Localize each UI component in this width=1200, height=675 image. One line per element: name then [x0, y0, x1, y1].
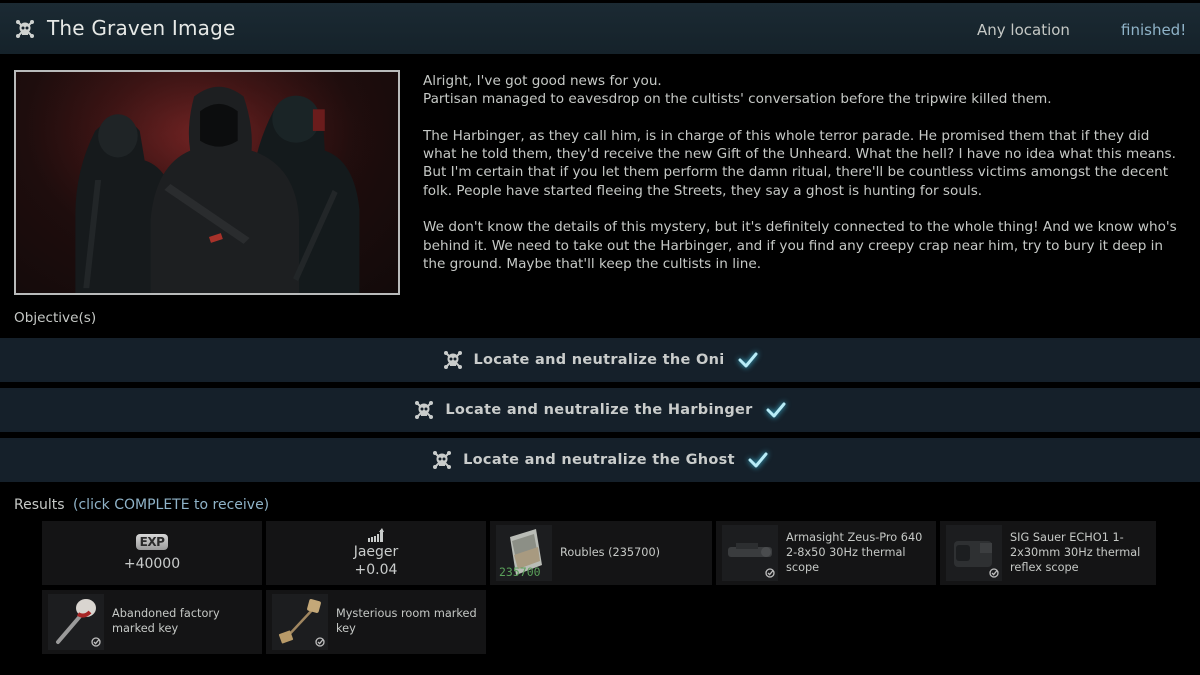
item-name: Abandoned factory marked key — [112, 607, 220, 635]
checkmark-icon — [748, 452, 768, 468]
quest-image — [14, 70, 400, 295]
found-in-raid-icon — [315, 637, 325, 647]
quest-status: finished! — [1121, 21, 1187, 39]
reward-item[interactable]: SIG Sauer ECHO1 1-2x30mm 30Hz thermal re… — [940, 521, 1156, 585]
reputation-bars-icon — [368, 528, 384, 542]
objective-content: Locate and neutralize the Oni — [443, 350, 758, 370]
objective-row: Locate and neutralize the Oni — [0, 338, 1200, 382]
reward-reputation[interactable]: Jaeger +0.04 — [266, 521, 486, 585]
item-thumbnail: 235700 — [496, 525, 552, 581]
objective-row: Locate and neutralize the Harbinger — [0, 388, 1200, 432]
item-thumbnail — [946, 525, 1002, 581]
skull-icon — [15, 19, 35, 39]
skull-icon — [414, 400, 434, 420]
reward-value: +0.04 — [354, 562, 398, 578]
item-thumbnail — [272, 594, 328, 650]
reward-item[interactable]: Armasight Zeus-Pro 640 2-8x50 30Hz therm… — [716, 521, 936, 585]
description-paragraph: We don't know the details of this myster… — [423, 219, 1177, 272]
skull-icon — [443, 350, 463, 370]
item-thumbnail — [48, 594, 104, 650]
results-label: Results (click COMPLETE to receive) — [14, 497, 269, 513]
item-thumbnail — [722, 525, 778, 581]
item-name: Mysterious room marked key — [336, 607, 477, 635]
found-in-raid-icon — [765, 568, 775, 578]
checkmark-icon — [766, 402, 786, 418]
found-in-raid-icon — [989, 568, 999, 578]
description-paragraph: Alright, I've got good news for you. Par… — [423, 73, 1052, 108]
results-title: Results — [14, 497, 65, 513]
reward-value: +40000 — [123, 556, 181, 572]
item-name: Roubles (235700) — [560, 546, 661, 559]
stack-count: 235700 — [499, 565, 541, 579]
item-name: SIG Sauer ECHO1 1-2x30mm 30Hz thermal re… — [1010, 531, 1141, 574]
reward-item[interactable]: Mysterious room marked key — [266, 590, 486, 654]
objective-content: Locate and neutralize the Harbinger — [414, 400, 785, 420]
objective-text: Locate and neutralize the Oni — [473, 352, 725, 368]
quest-description: Alright, I've got good news for you. Par… — [423, 72, 1183, 273]
description-paragraph: The Harbinger, as they call him, is in c… — [423, 127, 1176, 199]
objective-text: Locate and neutralize the Harbinger — [445, 402, 753, 418]
quest-title: The Graven Image — [47, 16, 236, 40]
item-name: Armasight Zeus-Pro 640 2-8x50 30Hz therm… — [786, 531, 923, 574]
reward-item[interactable]: Abandoned factory marked key — [42, 590, 262, 654]
exp-badge-icon: EXP — [135, 534, 169, 550]
quest-header: The Graven Image Any location finished! — [0, 3, 1200, 54]
results-hint: (click COMPLETE to receive) — [73, 497, 270, 513]
reward-item[interactable]: 235700 Roubles (235700) — [490, 521, 712, 585]
reward-experience[interactable]: EXP +40000 — [42, 521, 262, 585]
cultists-illustration — [16, 72, 398, 293]
found-in-raid-icon — [91, 637, 101, 647]
trader-name: Jaeger — [353, 544, 399, 560]
objective-text: Locate and neutralize the Ghost — [463, 452, 735, 468]
objective-content: Locate and neutralize the Ghost — [432, 450, 768, 470]
objectives-label: Objective(s) — [14, 310, 97, 326]
objective-row: Locate and neutralize the Ghost — [0, 438, 1200, 482]
quest-location: Any location — [977, 21, 1070, 39]
skull-icon — [432, 450, 452, 470]
checkmark-icon — [738, 352, 758, 368]
